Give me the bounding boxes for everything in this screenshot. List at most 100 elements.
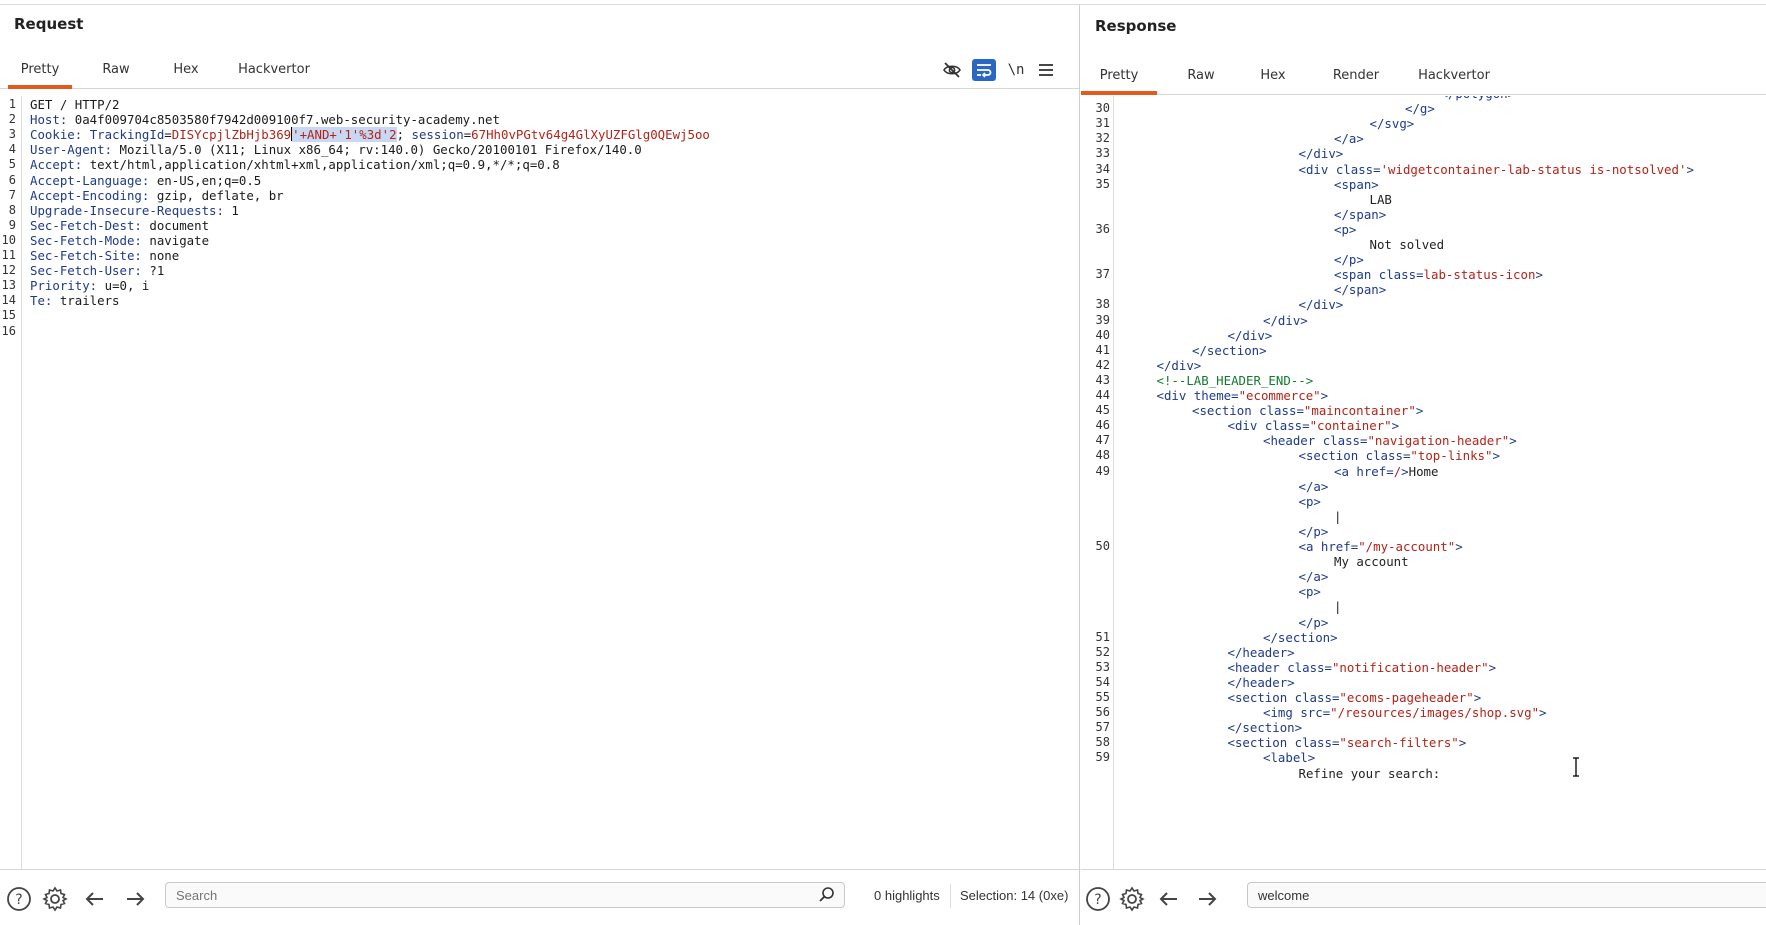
tab-response-raw[interactable]: Raw xyxy=(1169,59,1233,95)
code-token: class= xyxy=(1335,161,1381,177)
code-token: class= xyxy=(1294,735,1340,751)
code-token: "/resources/images/shop.svg" xyxy=(1330,705,1540,721)
code-token: class= xyxy=(1365,448,1411,464)
request-tabs: Pretty Raw Hex Hackvertor \n xyxy=(0,53,1079,89)
gear-icon[interactable] xyxy=(40,884,70,914)
newline-toggle-icon[interactable]: \n xyxy=(1004,59,1028,81)
code-token: none xyxy=(149,248,180,263)
code-token: </p> xyxy=(1298,614,1329,630)
code-token: 1 xyxy=(231,202,239,218)
arrow-right-icon[interactable] xyxy=(120,884,150,914)
tab-request-hex[interactable]: Hex xyxy=(154,53,218,89)
code-token: </a> xyxy=(1334,131,1364,147)
highlights-count: 0 highlights xyxy=(874,888,940,903)
request-panel-title: Request xyxy=(14,15,84,33)
code-line[interactable]: Refine your search: xyxy=(1081,765,1766,782)
code-token: <div xyxy=(1156,388,1194,403)
selection-info: Selection: 14 (0xe) xyxy=(960,888,1069,903)
code-token: > xyxy=(1686,161,1694,177)
response-search-box[interactable] xyxy=(1247,882,1766,908)
code-token: <!--LAB_HEADER_END--> xyxy=(1156,372,1314,388)
code-token: > xyxy=(1391,418,1400,434)
code-token: > xyxy=(1535,267,1543,283)
request-search-box[interactable] xyxy=(165,882,845,908)
code-token: </div> xyxy=(1298,297,1344,313)
response-editor[interactable]: </polygon>30</g>31</svg>32</a>33</div>34… xyxy=(1081,96,1766,869)
code-token: document xyxy=(149,217,210,233)
code-token: </div> xyxy=(1227,327,1273,343)
code-token: > xyxy=(1320,388,1329,403)
code-token: Sec-Fetch-Mode: xyxy=(30,232,150,248)
code-token: GET / HTTP/2 xyxy=(30,97,120,112)
magnifier-icon[interactable] xyxy=(818,886,836,904)
arrow-right-icon[interactable] xyxy=(1192,884,1222,914)
code-line[interactable]: 16 xyxy=(0,323,1079,340)
code-token: LAB xyxy=(1369,191,1392,207)
gear-icon[interactable] xyxy=(1117,884,1147,914)
hamburger-menu-icon[interactable] xyxy=(1034,59,1058,81)
code-token: <header xyxy=(1263,433,1323,449)
code-token: "maincontainer" xyxy=(1303,403,1416,419)
code-token: gzip, deflate, br xyxy=(156,187,284,203)
code-token: <a xyxy=(1298,539,1321,554)
eye-slash-icon[interactable] xyxy=(940,59,964,81)
code-token: Accept: xyxy=(30,157,90,173)
code-token: </div> xyxy=(1156,357,1202,373)
text-wrap-icon[interactable] xyxy=(972,59,996,81)
code-token: | xyxy=(1334,599,1342,615)
svg-text:?: ? xyxy=(1094,892,1101,908)
code-token: Sec-Fetch-User: xyxy=(30,263,150,279)
code-token: </section> xyxy=(1192,342,1267,358)
tab-response-pretty[interactable]: Pretty xyxy=(1081,59,1157,95)
code-token: </a> xyxy=(1298,569,1329,585)
tab-request-pretty[interactable]: Pretty xyxy=(8,53,72,89)
code-token: <label> xyxy=(1263,750,1316,766)
code-token: class= xyxy=(1264,418,1310,434)
code-token: 67Hh0vPGtv64g4GlXyUZFGlg0QEwj5oo xyxy=(471,127,710,143)
code-token: </section> xyxy=(1227,720,1303,736)
help-icon[interactable]: ? xyxy=(1083,884,1113,914)
request-search-input[interactable] xyxy=(176,886,719,904)
tab-response-render[interactable]: Render xyxy=(1316,59,1396,95)
code-token: Sec-Fetch-Dest: xyxy=(30,217,150,233)
code-token: Accept-Encoding: xyxy=(30,187,157,203)
code-token: "navigation-header" xyxy=(1367,433,1510,449)
help-icon[interactable]: ? xyxy=(4,884,34,914)
code-token: class= xyxy=(1259,403,1304,419)
tab-response-hex[interactable]: Hex xyxy=(1241,59,1305,95)
code-token: <span> xyxy=(1334,176,1379,192)
tab-request-hackvertor[interactable]: Hackvertor xyxy=(224,53,324,89)
code-token: </a> xyxy=(1298,478,1329,494)
code-token: > xyxy=(1509,433,1517,449)
request-editor[interactable]: 1 GET / HTTP/2 2 Host: 0a4f009704c8503580f7… xyxy=(0,96,1079,869)
code-token: > xyxy=(1415,403,1424,419)
tab-request-raw[interactable]: Raw xyxy=(84,53,148,89)
code-token: Cookie: xyxy=(30,127,90,143)
code-token: > xyxy=(1401,463,1409,479)
selected-text: '+AND+'1'%3d'2 xyxy=(292,127,397,143)
code-token: <p> xyxy=(1298,584,1321,600)
code-token: Sec-Fetch-Site: xyxy=(30,248,150,263)
code-token: "notification-header" xyxy=(1331,659,1489,675)
arrow-left-icon[interactable] xyxy=(1154,884,1184,914)
tab-response-hackvertor[interactable]: Hackvertor xyxy=(1404,59,1504,95)
code-token: <p> xyxy=(1334,221,1357,237)
code-token: u=0, i xyxy=(104,278,150,294)
code-token: <header xyxy=(1227,659,1288,675)
code-token: 'widgetcontainer-lab-status is-notsolved… xyxy=(1380,161,1687,177)
response-panel: Response Pretty Raw Hex Render Hackverto… xyxy=(1081,5,1766,925)
code-token: > xyxy=(1455,539,1463,554)
line-number: 16 xyxy=(1,323,16,338)
arrow-left-icon[interactable] xyxy=(80,884,110,914)
code-token: User-Agent: xyxy=(30,142,120,158)
code-token: "ecommerce" xyxy=(1238,388,1321,403)
code-token: en-US,en;q=0.5 xyxy=(156,172,262,188)
code-token: > xyxy=(1458,735,1467,751)
code-token: Upgrade-Insecure-Requests: xyxy=(30,202,232,218)
code-token: My account xyxy=(1334,554,1409,570)
code-token: = xyxy=(164,127,172,143)
code-token: <section xyxy=(1227,735,1295,751)
response-search-input[interactable] xyxy=(1258,886,1673,904)
response-tabs: Pretty Raw Hex Render Hackvertor xyxy=(1081,59,1766,95)
code-token: <a xyxy=(1334,463,1357,479)
